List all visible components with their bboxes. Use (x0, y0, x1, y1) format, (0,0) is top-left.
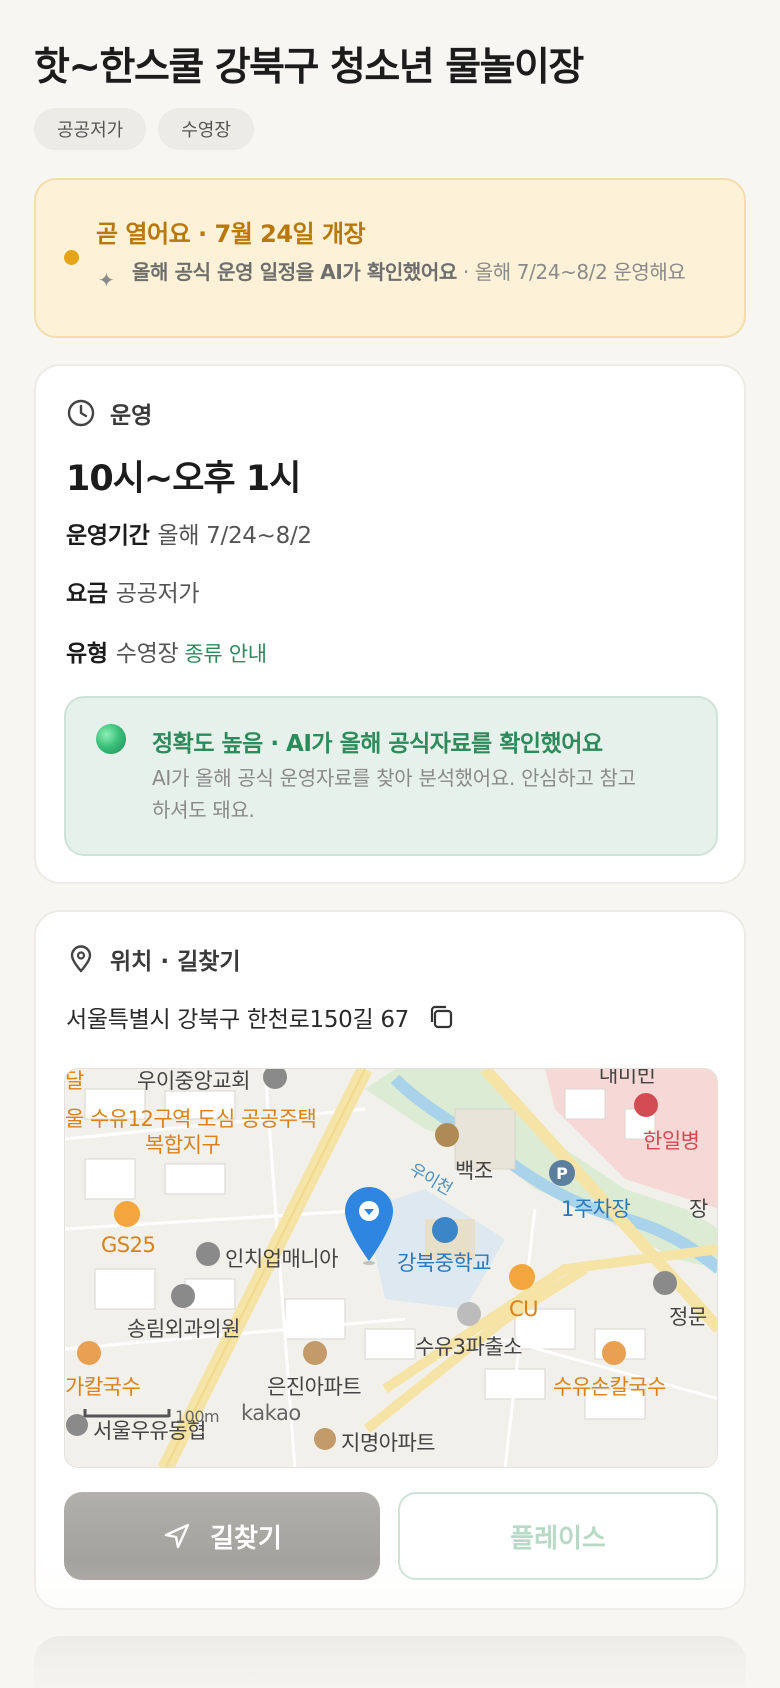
map-label-police: 수유3파출소 (415, 1335, 522, 1359)
clock-icon (67, 399, 95, 427)
fee-value: 공공저가 (115, 581, 200, 607)
type-row: 유형 수영장 종류 안내 (66, 634, 267, 668)
type-value: 수영장 (115, 641, 179, 667)
address-text: 서울특별시 강북구 한천로150길 67 (66, 1007, 410, 1033)
operating-hours: 10시~오후 1시 (66, 459, 301, 499)
location-header: 위치 · 길찾기 (66, 942, 241, 976)
accuracy-title: 정확도 높음 · AI가 올해 공식자료를 확인했어요 (152, 731, 603, 757)
tag-chips: 공공저가 수영장 (34, 108, 254, 150)
svg-text:P: P (556, 1164, 568, 1183)
notice-ai-note-bold: 올해 공식 운영 일정을 AI가 확인했어요 (132, 260, 457, 284)
page: 핫~한스쿨 강북구 청소년 물놀이장 공공저가 수영장 곧 열어요 · 7월 2… (0, 0, 780, 1688)
operation-label: 운영 (110, 403, 153, 429)
notice-ai-note-rest: · 올해 7/24~8/2 운영해요 (456, 260, 686, 284)
map-kakao-logo: kakao (241, 1401, 301, 1425)
type-key: 유형 (66, 641, 108, 667)
type-guide-link[interactable]: 종류 안내 (184, 642, 267, 666)
notice-ai-note: 올해 공식 운영 일정을 AI가 확인했어요 · 올해 7/24~8/2 운영해… (132, 258, 712, 287)
period-key: 운영기간 (66, 523, 150, 549)
map-label-cut-top: 대미빈 (599, 1068, 656, 1087)
page-title: 핫~한스쿨 강북구 청소년 물놀이장 (34, 45, 584, 90)
map-label-church: 우이중앙교회 (137, 1069, 250, 1093)
notice-headline: 곧 열어요 · 7월 24일 개장 (96, 220, 366, 248)
map-label-jang: 장 (689, 1197, 708, 1221)
status-dot-icon (64, 250, 79, 265)
operation-card: 운영 10시~오후 1시 운영기간 올해 7/24~8/2 요금 공공저가 유형 수영… (34, 364, 746, 884)
location-pin-icon (70, 945, 92, 973)
map-label-housing-2: 복합지구 (145, 1133, 221, 1157)
map-label-kalguksu-left: 가칼국수 (65, 1375, 141, 1399)
accuracy-box: 정확도 높음 · AI가 올해 공식자료를 확인했어요 AI가 올해 공식 운영… (64, 696, 718, 856)
accuracy-description: AI가 올해 공식 운영자료를 찾아 분석했어요. 안심하고 참고하셔도 돼요. (152, 766, 636, 822)
sparkle-icon: ✦ (98, 268, 115, 292)
map-label-cu: CU (509, 1297, 539, 1321)
map-label-baekjo: 백조 (455, 1159, 493, 1183)
map-label-apt-2: 지명아파트 (341, 1431, 436, 1455)
place-button-label: 플레이스 (510, 1523, 606, 1554)
location-label: 위치 · 길찾기 (110, 949, 241, 975)
map-label-kalguksu-right: 수유손칼국수 (553, 1375, 666, 1399)
map-label-gs25: GS25 (101, 1233, 156, 1257)
route-button-label: 길찾기 (210, 1523, 282, 1554)
map-marker-icon (345, 1187, 393, 1265)
map-label-apt: 은진아파트 (267, 1375, 362, 1399)
map-label-inch: 인치업매니아 (225, 1247, 338, 1271)
navigation-arrow-icon (164, 1523, 190, 1549)
operation-header: 운영 (66, 396, 152, 430)
period-value: 올해 7/24~8/2 (157, 523, 312, 549)
fee-row: 요금 공공저가 (66, 574, 199, 608)
fee-key: 요금 (66, 581, 108, 607)
chip-fee[interactable]: 공공저가 (34, 108, 147, 150)
address-row: 서울특별시 강북구 한천로150길 67 (66, 1000, 455, 1034)
bottom-fade (0, 1560, 780, 1688)
period-row: 운영기간 올해 7/24~8/2 (66, 516, 312, 550)
copy-icon[interactable] (427, 1003, 455, 1031)
opening-notice: 곧 열어요 · 7월 24일 개장 ✦ 올해 공식 운영 일정을 AI가 확인했… (34, 178, 746, 338)
map-label-hospital: 한일병 (643, 1129, 700, 1153)
map-label-school: 강북중학교 (397, 1251, 492, 1275)
map-label-cut-left: 달 (65, 1069, 84, 1093)
accuracy-orb-icon (96, 724, 126, 754)
map-view[interactable]: P 달 우이중앙교회 대미빈 울 수유12구역 도심 공공주택 복합지구 한일병… (64, 1068, 718, 1468)
location-card: 위치 · 길찾기 서울특별시 강북구 한천로150길 67 P 달 우이중앙교회… (34, 910, 746, 1610)
chip-type[interactable]: 수영장 (158, 108, 254, 150)
map-label-jeongmun: 정문 (669, 1305, 707, 1329)
map-label-clinic: 송림외과의원 (127, 1317, 240, 1341)
map-label-parking: 1주차장 (561, 1197, 631, 1221)
map-label-post: 서울우유동협 (93, 1419, 206, 1443)
